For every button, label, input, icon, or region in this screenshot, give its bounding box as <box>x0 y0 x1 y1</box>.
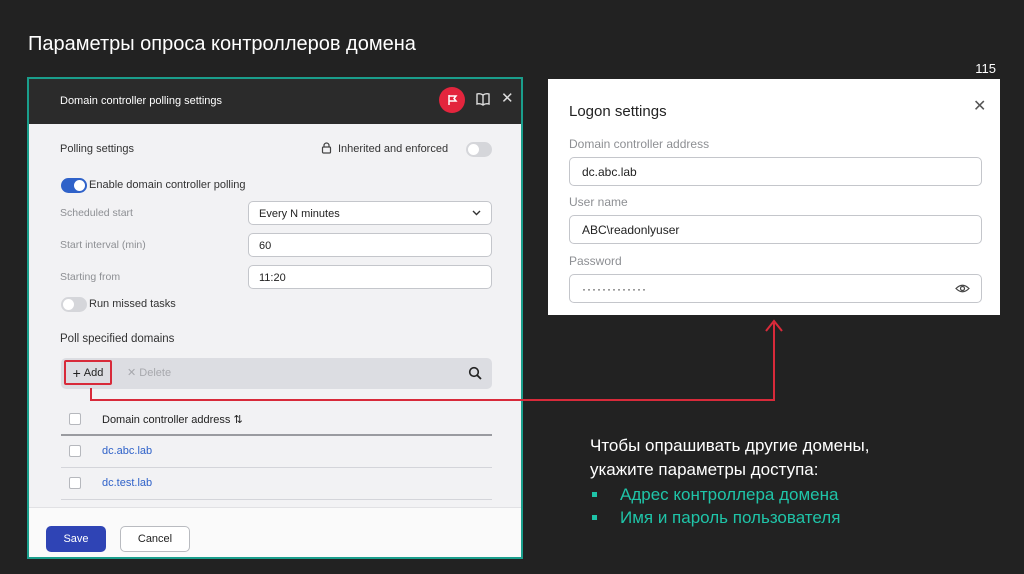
instruction-note: Чтобы опрашивать другие домены, укажите … <box>590 434 869 482</box>
logon-title: Logon settings <box>569 103 667 120</box>
note-line-2: укажите параметры доступа: <box>590 460 819 479</box>
plus-icon: + <box>72 364 81 381</box>
column-header[interactable]: Domain controller address ⇅ <box>102 413 243 426</box>
row-checkbox[interactable] <box>69 477 81 489</box>
dc-address-value: dc.abc.lab <box>582 165 637 179</box>
bullet-item: Адрес контроллера домена <box>590 483 840 506</box>
lock-icon <box>321 142 332 154</box>
close-small-icon: ✕ <box>127 367 137 379</box>
inherited-toggle[interactable] <box>466 142 492 157</box>
enable-polling-toggle[interactable] <box>61 178 87 193</box>
add-button[interactable]: + Add <box>64 360 112 385</box>
logon-settings-panel: Logon settings ✕ Domain controller addre… <box>548 79 1000 315</box>
add-button-label: Add <box>83 366 104 379</box>
poll-domains-title: Poll specified domains <box>60 333 175 345</box>
enable-polling-label: Enable domain controller polling <box>89 179 246 191</box>
close-icon[interactable]: ✕ <box>973 96 986 116</box>
bullet-item: Имя и пароль пользователя <box>590 506 840 529</box>
dialog-footer: Save Cancel <box>29 507 521 557</box>
scheduled-start-label: Scheduled start <box>60 207 133 219</box>
start-interval-value: 60 <box>259 240 272 252</box>
select-all-checkbox[interactable] <box>69 413 81 425</box>
password-value: ············· <box>582 282 647 296</box>
eye-icon[interactable] <box>955 283 970 294</box>
flag-icon <box>448 95 458 105</box>
start-interval-input[interactable]: 60 <box>248 233 492 257</box>
starting-from-value: 11:20 <box>259 272 286 284</box>
password-label: Password <box>569 254 622 268</box>
start-interval-label: Start interval (min) <box>60 239 146 251</box>
user-name-value: ABC\readonlyuser <box>582 223 680 237</box>
run-missed-toggle[interactable] <box>61 297 87 312</box>
scheduled-start-select[interactable]: Every N minutes <box>248 201 492 225</box>
delete-button[interactable]: ✕ Delete <box>127 366 171 379</box>
domain-link[interactable]: dc.abc.lab <box>102 445 152 457</box>
search-icon[interactable] <box>468 366 482 380</box>
dialog-title: Domain controller polling settings <box>60 95 223 107</box>
dc-address-input[interactable]: dc.abc.lab <box>569 157 982 186</box>
password-input[interactable]: ············· <box>569 274 982 303</box>
bullet-list: Адрес контроллера домена Имя и пароль по… <box>590 483 840 529</box>
domain-link[interactable]: dc.test.lab <box>102 477 152 489</box>
close-icon[interactable]: ✕ <box>501 91 514 107</box>
book-icon[interactable] <box>475 91 491 107</box>
dc-address-label: Domain controller address <box>569 137 710 151</box>
starting-from-label: Starting from <box>60 271 121 283</box>
column-header-label: Domain controller address <box>102 414 231 426</box>
row-divider <box>61 499 492 500</box>
starting-from-input[interactable]: 11:20 <box>248 265 492 289</box>
user-name-input[interactable]: ABC\readonlyuser <box>569 215 982 244</box>
save-button[interactable]: Save <box>46 526 106 552</box>
slide-number: 115 <box>975 61 996 76</box>
dialog-header: Domain controller polling settings ✕ <box>29 79 521 124</box>
run-missed-label: Run missed tasks <box>89 298 176 310</box>
note-line-1: Чтобы опрашивать другие домены, <box>590 436 870 455</box>
sort-icon: ⇅ <box>233 414 243 426</box>
chevron-down-icon <box>472 210 481 216</box>
row-checkbox[interactable] <box>69 445 81 457</box>
domains-toolbar: + Add ✕ Delete <box>61 358 492 389</box>
polling-settings-dialog: Domain controller polling settings ✕ Pol… <box>27 77 523 559</box>
header-divider <box>61 434 492 436</box>
polling-settings-title: Polling settings <box>60 143 134 155</box>
slide-title: Параметры опроса контроллеров домена <box>28 33 416 55</box>
cancel-button[interactable]: Cancel <box>120 526 190 552</box>
inherited-enforced-label: Inherited and enforced <box>338 143 449 155</box>
scheduled-start-value: Every N minutes <box>259 208 340 220</box>
row-divider <box>61 467 492 468</box>
delete-button-label: Delete <box>139 367 172 379</box>
flag-button[interactable] <box>439 87 465 113</box>
user-name-label: User name <box>569 195 628 209</box>
